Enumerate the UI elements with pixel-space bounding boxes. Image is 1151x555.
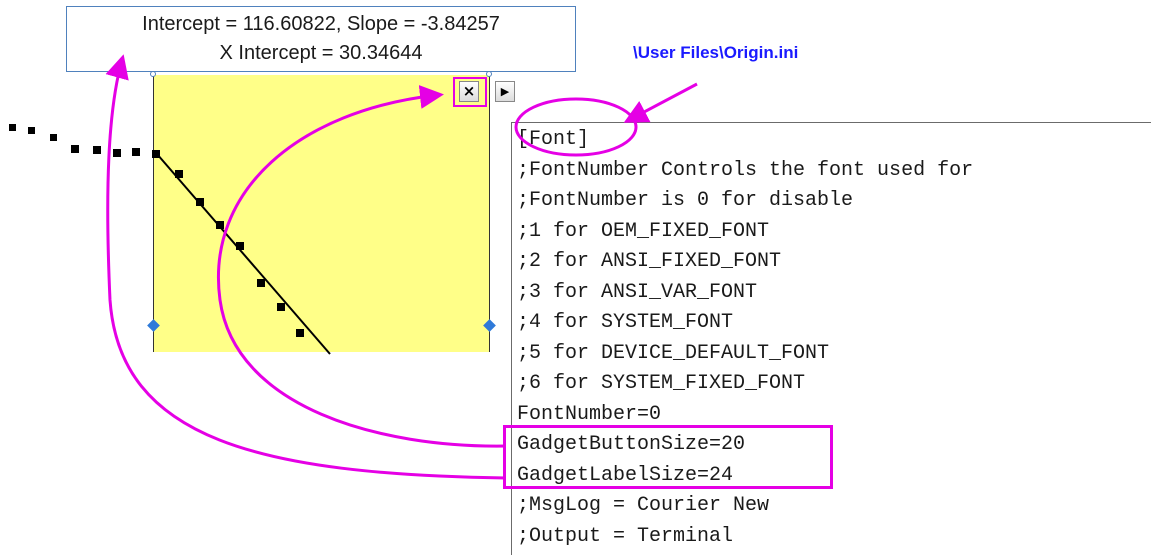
highlight-font-section: [514, 97, 638, 157]
annotation-layer: [105, 54, 698, 480]
arrow-button-size: [217, 85, 507, 448]
arrow-to-font-section: [623, 82, 698, 123]
arrow-label-size: [105, 54, 507, 480]
